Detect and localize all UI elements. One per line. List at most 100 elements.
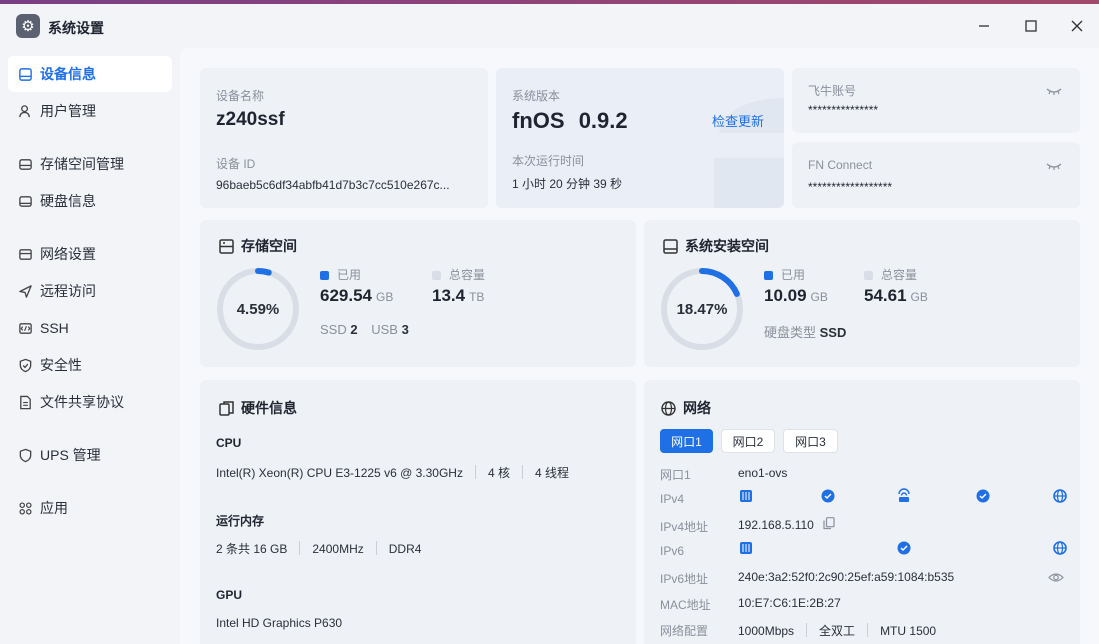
- title-bar: ⚙ 系统设置 —: [0, 4, 1099, 48]
- network-title-text: 网络: [683, 400, 711, 416]
- storage-icon: [17, 156, 33, 172]
- eye-closed-icon[interactable]: [1046, 85, 1062, 97]
- system-space-total-legend: 总容量: [864, 266, 917, 283]
- tab-port1[interactable]: 网口1: [660, 429, 713, 453]
- sidebar-item-ssh[interactable]: SSH: [8, 310, 172, 346]
- device-name: z240ssf: [216, 109, 285, 130]
- fn-connect-value: ******************: [808, 180, 893, 194]
- memory-label: 运行内存: [216, 514, 265, 528]
- uptime-label: 本次运行时间: [512, 154, 585, 168]
- ssh-icon: [17, 320, 33, 336]
- eye-icon[interactable]: [1048, 572, 1064, 583]
- system-version: fnOS 0.9.2: [512, 108, 628, 134]
- system-space-used-value: 10.09 GB: [764, 286, 828, 305]
- system-space-card: 系统安装空间 18.47% 已用 10.09 GB 总容量 54.61 GB 硬盘类…: [644, 220, 1080, 367]
- storage-title: 存储空间: [218, 236, 297, 256]
- sidebar-item-disk[interactable]: 硬盘信息: [8, 183, 172, 219]
- sidebar-item-label: SSH: [40, 320, 69, 336]
- device-card: 设备名称 z240ssf 设备 ID 96baeb5c6df34abfb41d7…: [200, 68, 488, 208]
- network-title: 网络: [660, 398, 711, 418]
- system-space-total-value: 54.61 GB: [864, 286, 928, 305]
- sidebar-item-label: 远程访问: [40, 283, 96, 299]
- sidebar-item-label: 应用: [40, 500, 68, 516]
- maximize-button[interactable]: [1017, 14, 1045, 38]
- shield-icon: [17, 357, 33, 373]
- sidebar-item-label: 安全性: [40, 357, 82, 373]
- system-version-card: 系统版本 fnOS 0.9.2 检查更新 本次运行时间 1 小时 20 分钟 3…: [496, 68, 784, 208]
- fn-account-value: ***************: [808, 103, 879, 117]
- tab-port2[interactable]: 网口2: [721, 429, 775, 453]
- os-name: fnOS: [512, 108, 565, 133]
- app-title: 系统设置: [48, 20, 104, 36]
- ipv6-address-label: IPv6地址: [660, 572, 709, 586]
- sidebar-item-label: 用户管理: [40, 103, 96, 119]
- system-version-label: 系统版本: [512, 89, 561, 103]
- mac-label: MAC地址: [660, 598, 711, 612]
- sidebar-item-storage[interactable]: 存储空间管理: [8, 146, 172, 182]
- sidebar-item-apps[interactable]: 应用: [8, 490, 172, 526]
- sidebar: 设备信息 用户管理 存储空间管理 硬盘信息 网络设置 远程访问 SSH 安全性 …: [0, 48, 180, 644]
- hardware-card: 硬件信息 CPU Intel(R) Xeon(R) CPU E3-1225 v6…: [200, 380, 636, 644]
- sidebar-item-file-share[interactable]: 文件共享协议: [8, 384, 172, 420]
- close-icon: [1071, 20, 1083, 32]
- tab-port3[interactable]: 网口3: [783, 429, 838, 453]
- ipv6-connection-path: [740, 541, 1067, 555]
- mac-address: 10:E7:C6:1E:2B:27: [738, 596, 841, 610]
- uptime-value: 1 小时 20 分钟 39 秒: [512, 177, 623, 191]
- sidebar-item-device-info[interactable]: 设备信息: [8, 56, 172, 92]
- storage-disk-counts: SSD 2 USB 3: [320, 322, 409, 337]
- device-name-label: 设备名称: [216, 89, 265, 103]
- router-icon: [898, 488, 910, 502]
- system-space-title: 系统安装空间: [662, 236, 769, 256]
- sidebar-item-label: 设备信息: [40, 66, 96, 82]
- close-button[interactable]: [1063, 14, 1091, 38]
- gpu-label: GPU: [216, 588, 243, 602]
- memory-info: 2 条共 16 GB 2400MHz DDR4: [216, 541, 422, 556]
- file-share-icon: [17, 394, 33, 410]
- ipv6-address: 240e:3a2:52f0:2c90:25ef:a59:1084:b535: [738, 570, 955, 584]
- storage-usage-ring: 4.59%: [217, 268, 299, 350]
- globe-icon: [661, 400, 676, 416]
- check-update-link[interactable]: 检查更新: [712, 111, 764, 130]
- device-icon: [17, 66, 33, 82]
- sidebar-item-ups[interactable]: UPS 管理: [8, 437, 172, 473]
- sidebar-item-label: 硬盘信息: [40, 193, 96, 209]
- sidebar-item-remote[interactable]: 远程访问: [8, 273, 172, 309]
- maximize-icon: [1025, 20, 1037, 32]
- settings-gear-icon: ⚙: [16, 14, 40, 38]
- hardware-title-text: 硬件信息: [241, 400, 297, 416]
- storage-icon: [219, 238, 234, 254]
- port-value: eno1-ovs: [738, 466, 788, 480]
- storage-percent: 4.59%: [237, 301, 280, 318]
- sidebar-item-users[interactable]: 用户管理: [8, 93, 172, 129]
- sidebar-item-network[interactable]: 网络设置: [8, 236, 172, 272]
- eye-closed-icon[interactable]: [1046, 160, 1062, 172]
- ipv4-connection-path: [740, 488, 1067, 503]
- network-config-label: 网络配置: [660, 624, 709, 638]
- minimize-button[interactable]: [970, 14, 998, 38]
- device-id: 96baeb5c6df34abfb41d7b3c7cc510e267c...: [216, 178, 450, 192]
- disk-icon: [17, 193, 33, 209]
- copy-icon[interactable]: [823, 517, 835, 530]
- cpu-info: Intel(R) Xeon(R) CPU E3-1225 v6 @ 3.30GH…: [216, 465, 569, 480]
- sidebar-item-label: 网络设置: [40, 246, 96, 262]
- disk-type: 硬盘类型 SSD: [764, 325, 847, 340]
- main-content: 设备名称 z240ssf 设备 ID 96baeb5c6df34abfb41d7…: [180, 48, 1099, 644]
- gpu-info: Intel HD Graphics P630: [216, 616, 343, 630]
- remote-icon: [17, 283, 33, 299]
- fnos-watermark-logo: [714, 98, 784, 208]
- storage-used-legend: 已用: [320, 266, 361, 283]
- minimize-icon: [979, 25, 989, 27]
- system-space-percent: 18.47%: [677, 301, 728, 318]
- cpu-label: CPU: [216, 436, 242, 450]
- system-disk-icon: [663, 238, 678, 254]
- port-label: 网口1: [660, 468, 691, 482]
- sidebar-item-label: UPS 管理: [40, 447, 101, 463]
- network-settings-icon: [17, 246, 33, 262]
- sidebar-item-label: 文件共享协议: [40, 394, 124, 410]
- ipv6-label: IPv6: [660, 544, 685, 558]
- ipv4-label: IPv4: [660, 492, 685, 506]
- internet-globe-icon: [1053, 541, 1067, 555]
- sidebar-item-security[interactable]: 安全性: [8, 347, 172, 383]
- network-config: 1000Mbps 全双工 MTU 1500: [738, 623, 937, 638]
